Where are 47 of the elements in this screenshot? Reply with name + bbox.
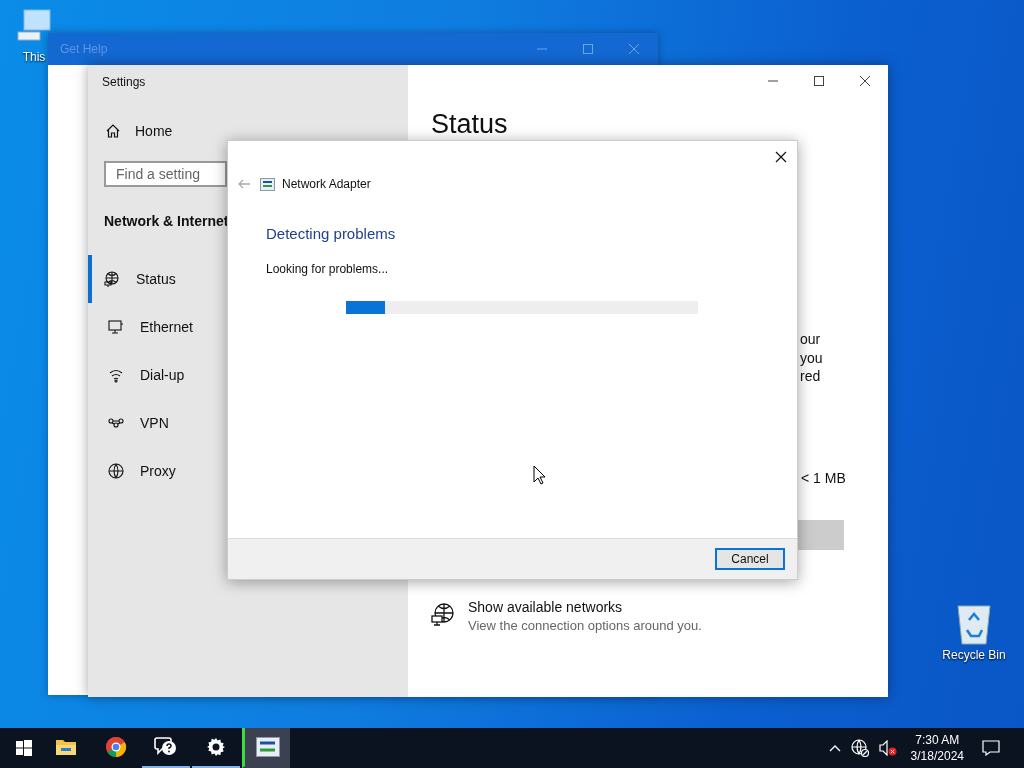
vpn-icon (108, 415, 124, 431)
proxy-icon (108, 463, 124, 479)
nav-item[interactable]: VPN (88, 399, 227, 447)
link-description: View the connection options around you. (468, 617, 702, 633)
section-heading: Network & Internet (104, 213, 229, 229)
home-icon (105, 123, 121, 139)
home-nav-item[interactable]: Home (105, 123, 173, 139)
ethernet-icon (108, 319, 124, 335)
notification-icon[interactable] (982, 740, 1000, 756)
nav-item[interactable]: Ethernet (88, 303, 227, 351)
help-chat-icon (154, 736, 178, 758)
cancel-button[interactable]: Cancel (715, 548, 785, 570)
globe-icon (431, 602, 455, 627)
dialup-icon (108, 367, 124, 383)
chevron-up-icon[interactable] (828, 744, 841, 752)
description-text: our (800, 330, 822, 349)
search-field[interactable]: Find a setting (104, 161, 227, 187)
desktop-icon-label[interactable]: Recycle Bin (942, 648, 1006, 662)
nav-item[interactable]: Dial-up (88, 351, 227, 399)
data-usage-text: < 1 MB (801, 469, 846, 486)
dialog-heading: Detecting problems (266, 225, 396, 242)
window-title: Get Help (60, 42, 108, 56)
desktop-icon-label[interactable]: This (22, 50, 46, 64)
page-heading: Status (431, 109, 508, 140)
description-text: red (800, 367, 822, 386)
cursor-icon (533, 465, 546, 485)
close-icon[interactable] (859, 75, 871, 87)
close-icon[interactable] (775, 151, 787, 163)
nav-item[interactable]: Proxy (88, 447, 227, 495)
maximize-icon[interactable] (813, 75, 825, 87)
start-icon[interactable] (16, 740, 32, 756)
clock[interactable]: 7:30 AM 3/18/2024 (910, 732, 964, 764)
wizard-title: Network Adapter (282, 177, 371, 191)
taskbar-button[interactable] (242, 728, 290, 768)
network-icon[interactable] (850, 739, 869, 757)
link[interactable]: Show available networks (468, 598, 702, 615)
status-text: Looking for problems... (266, 262, 389, 276)
adapter-icon (255, 737, 280, 757)
folder-icon (55, 738, 77, 756)
description-text: you (800, 348, 823, 367)
settings-icon (206, 737, 226, 757)
recycle-bin-icon[interactable] (954, 602, 994, 646)
volume-muted-icon[interactable] (878, 740, 897, 756)
adapter-icon (260, 177, 275, 191)
browser-icon (105, 736, 127, 758)
window-title: Settings (102, 75, 146, 89)
status-icon (104, 271, 120, 287)
